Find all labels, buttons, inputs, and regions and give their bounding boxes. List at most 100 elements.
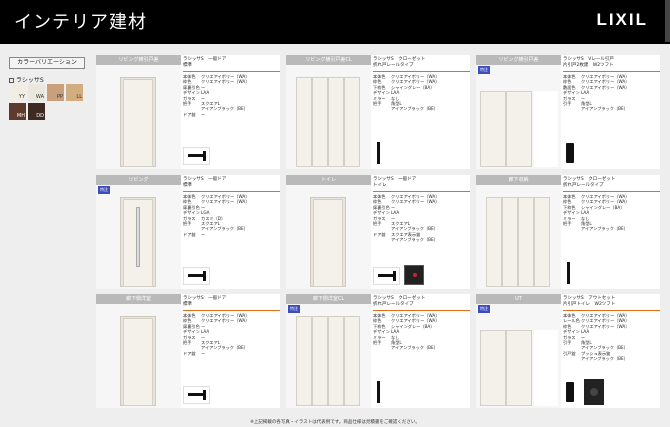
swatch-wa[interactable]: WA	[28, 84, 45, 101]
swatch-code: LL	[76, 94, 82, 100]
spec-value: クリエアイボリー（WA）	[391, 199, 440, 205]
swatch-mh[interactable]: MH	[9, 103, 26, 120]
spec-key	[373, 237, 391, 242]
spec-key	[563, 106, 581, 111]
product-photo: 廊下収納	[476, 175, 561, 289]
spec-list: 本体色 クリエアイボリー（WA） 枠色 クリエアイボリー（WA） 敷居色 クリエアイボリー…	[563, 74, 659, 112]
product-type: 標準	[183, 183, 192, 188]
product-card[interactable]: トイレ ラシッサS 一般ドア トイレ本体色 クリエアイボリー（WA） 枠色 クリエアイボリ…	[286, 175, 470, 289]
opening	[534, 330, 558, 406]
spec-list: 本体色 クリエアイボリー（WA） 枠色 クリエアイボリー（WA） 下枠色 シャイングレー（…	[373, 313, 469, 351]
swatch-code: YY	[18, 94, 25, 100]
product-name: ラシッサS 一般ドア 標準	[183, 177, 278, 191]
spec-list: 本体色 クリエアイボリー（WA） 枠色 クリエアイボリー（WA） 下枠色 シャイングレー（…	[373, 74, 469, 112]
product-photo: 廊下側洋室CL 特注	[286, 294, 371, 408]
spec-list: 本体色 クリエアイボリー（WA） 枠色 クリエアイボリー（WA） 扉裏引色ーデザイン LA…	[373, 194, 469, 243]
opening	[534, 91, 558, 167]
product-type: トイレ	[373, 183, 387, 188]
product-type: 標準	[183, 63, 192, 68]
spec-value: アイアンブラック（BE）	[201, 106, 248, 112]
product-name: ラシッサS アウトセット 片引戸トイレ W2ツフト	[563, 296, 658, 310]
spec-row: ドア錠ー	[183, 232, 279, 237]
spec-row: アイアンブラック（BE）	[563, 106, 659, 111]
lixil-logo: LIXIL	[596, 10, 648, 29]
spec-key	[563, 226, 581, 231]
product-card[interactable]: 廊下側洋室 ラシッサS 一般ドア 標準 本体色 クリエアイボリー（WA） 枠色 クリエアイボ…	[96, 294, 280, 408]
room-label: 廊下側洋室CL	[286, 294, 371, 304]
product-card[interactable]: UT 特注 ラシッサS アウトセット 片引戸トイレ W2ツフト 本体色 クリエアイボリー（…	[476, 294, 660, 408]
product-type: 標準	[183, 302, 192, 307]
spec-key: ドア錠	[183, 231, 196, 237]
product-type: 折れ戸レールタイプ	[373, 302, 414, 307]
spec-value: アイアンブラック（BE）	[201, 226, 248, 232]
room-label: 廊下収納	[476, 175, 561, 185]
closet-panel	[344, 77, 360, 167]
product-photo: トイレ	[286, 175, 371, 289]
lock-icon	[404, 265, 424, 285]
product-card[interactable]: リビング横引戸差 ラシッサS 一般ドア 標準 本体色 クリエアイボリー（WA） 枠色 クリエ…	[96, 55, 280, 169]
spec-divider	[373, 310, 470, 311]
spec-divider	[373, 191, 470, 192]
scrollbar[interactable]	[665, 0, 670, 42]
spec-row: アイアンブラック（BE）	[563, 356, 659, 361]
swatch-yy[interactable]: YY	[9, 84, 26, 101]
product-card[interactable]: 廊下側洋室CL 特注 ラシッサS クローゼット 折れ戸レールタイプ 本体色 クリエアイボリ…	[286, 294, 470, 408]
closet-panel	[296, 316, 312, 406]
room-label: リビング	[96, 175, 181, 185]
spec-list: 本体色 クリエアイボリー（WA） 枠色 クリエアイボリー（WA） 扉裏引色ーデザイン LA…	[183, 74, 279, 117]
spec-key	[373, 345, 391, 350]
series-label: ラシッサS	[16, 77, 44, 84]
closet-panel	[502, 197, 518, 287]
room-label: リビング横引戸差	[96, 55, 181, 65]
special-order-badge: 特注	[478, 305, 490, 313]
product-photo: UT 特注	[476, 294, 561, 408]
closet-panel	[328, 77, 344, 167]
closet-panel	[296, 77, 312, 167]
closet-panel	[328, 316, 344, 406]
spec-value: アイアンブラック（BE）	[581, 106, 628, 112]
color-variation-button[interactable]: カラーバリエーション	[9, 57, 85, 69]
product-card[interactable]: リビング横引戸差CL ラシッサS クローゼット 折れ戸レールタイプ 本体色 クリエアイボ…	[286, 55, 470, 169]
spec-row: アイアンブラック（BE）	[373, 345, 469, 350]
product-card[interactable]: リビング 特注 ラシッサS 一般ドア 標準 本体色 クリエアイボリー（WA） 枠色 クリエアイ…	[96, 175, 280, 289]
product-type: 片引戸トイレ W2ツフト	[563, 302, 616, 307]
product-card[interactable]: リビング横引戸差 特注 ラシッサS Vレール引戸 片引戸2枚建 W2ツフト本体色 クリエ…	[476, 55, 660, 169]
spec-row: アイアンブラック（BE）	[563, 226, 659, 231]
room-label: 廊下側洋室	[96, 294, 181, 304]
bar-handle-icon	[373, 140, 385, 166]
spec-value: ー	[201, 231, 206, 237]
room-label: UT	[476, 294, 561, 304]
checkbox-icon[interactable]	[9, 78, 14, 83]
spec-list: 本体色 クリエアイボリー（WA） 枠色 クリエアイボリー（WA） 下枠色 シャイングレー（…	[563, 194, 659, 232]
room-label: リビング横引戸差	[476, 55, 561, 65]
room-label: トイレ	[286, 175, 371, 185]
spec-divider	[373, 71, 470, 72]
swatch-code: WA	[35, 94, 44, 100]
pull-handle-icon	[563, 379, 577, 405]
special-order-badge: 特注	[478, 66, 490, 74]
product-type: 片引戸2枚建 W2ツフト	[563, 63, 614, 68]
door-image	[506, 330, 532, 406]
product-name: ラシッサS 一般ドア トイレ	[373, 177, 468, 191]
door-image	[480, 330, 506, 406]
product-photo: リビング 特注	[96, 175, 181, 289]
swatch-pp[interactable]: PP	[47, 84, 64, 101]
swatch-dd[interactable]: DD	[28, 103, 45, 120]
spec-value: クリエアイボリー（WA）	[201, 318, 250, 324]
product-name: ラシッサS Vレール引戸 片引戸2枚建 W2ツフト	[563, 57, 658, 71]
spec-divider	[183, 310, 280, 311]
handle-icon	[183, 386, 210, 404]
spec-value: クリエアイボリー（WA）	[201, 79, 250, 85]
swatch-code: DD	[36, 113, 44, 119]
door-image	[480, 91, 506, 167]
swatch-ll[interactable]: LL	[66, 84, 83, 101]
spec-value: アイアンブラック（BE）	[391, 345, 438, 351]
door-image	[123, 318, 153, 406]
product-card[interactable]: 廊下収納 ラシッサS クローゼット 折れ戸レールタイプ 本体色 クリエアイボリー（WA）…	[476, 175, 660, 289]
spec-value: ー	[201, 350, 206, 356]
door-image	[123, 79, 153, 167]
page-title: インテリア建材	[14, 12, 147, 33]
spec-divider	[183, 71, 280, 72]
series-checkbox-label[interactable]: ラシッサS	[9, 75, 44, 84]
spec-value: クリエアイボリー（WA）	[201, 199, 250, 205]
